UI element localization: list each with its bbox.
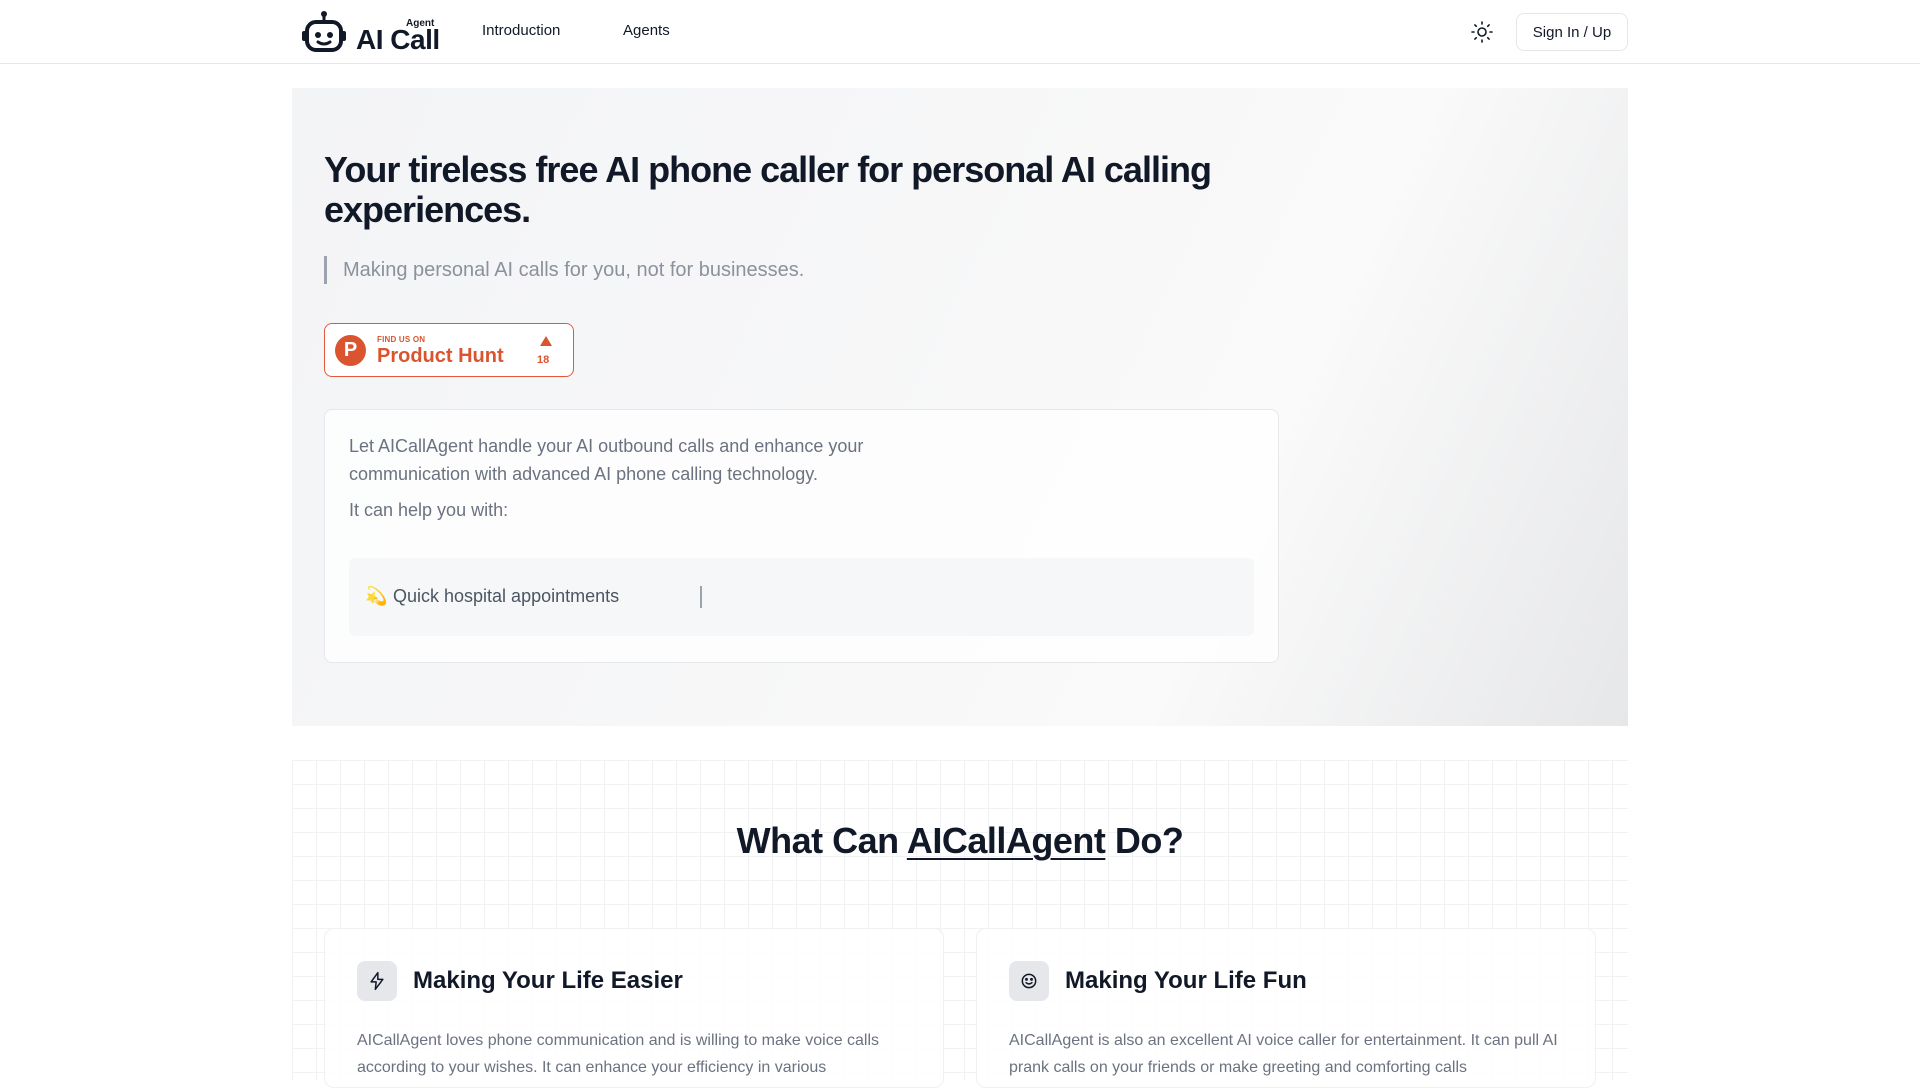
sun-icon[interactable] — [1470, 20, 1494, 44]
feature-card-fun: Making Your Life Fun AICallAgent is also… — [976, 928, 1596, 1088]
logo[interactable]: Agent AI Call — [300, 8, 440, 56]
hero-description: Let AICallAgent handle your AI outbound … — [349, 436, 864, 484]
typing-cursor — [700, 586, 702, 608]
features-title-suffix: Do? — [1105, 820, 1184, 861]
feature-text: AICallAgent loves phone communication an… — [357, 1032, 880, 1076]
feature-title: Making Your Life Easier — [413, 967, 683, 994]
features-section: What Can AICallAgent Do? Making Your Lif… — [292, 760, 1628, 1088]
features-title-prefix: What Can — [736, 820, 907, 861]
feature-card-easier: Making Your Life Easier AICallAgent love… — [324, 928, 944, 1088]
upvote-count: 18 — [537, 354, 550, 366]
typing-box: 💫 Quick hospital appointments — [349, 558, 1254, 636]
logo-text: AI Call — [356, 24, 440, 55]
robot-logo-icon — [302, 11, 346, 52]
hero-title: Your tireless free AI phone caller for p… — [324, 149, 1212, 230]
lightning-icon — [357, 961, 397, 1001]
feature-text: AICallAgent is also an excellent AI voic… — [1009, 1032, 1558, 1076]
hero-description-card: Let AICallAgent handle your AI outbound … — [324, 409, 1279, 663]
product-hunt-find-label: FIND US ON — [377, 335, 426, 344]
sparkle-icon: 💫 — [365, 586, 388, 606]
hero-section: Your tireless free AI phone caller for p… — [292, 88, 1628, 726]
top-header: Agent AI Call Introduction Agents Sign I… — [0, 0, 1920, 64]
feature-title: Making Your Life Fun — [1065, 967, 1307, 994]
upvote-arrow-icon — [540, 336, 552, 346]
help-label: It can help you with: — [349, 500, 509, 520]
features-title-highlight[interactable]: AICallAgent — [907, 820, 1106, 861]
nav-agents[interactable]: Agents — [623, 22, 670, 39]
smile-icon — [1009, 961, 1049, 1001]
product-hunt-badge[interactable]: P FIND US ON Product Hunt 18 — [324, 323, 574, 377]
product-hunt-name: Product Hunt — [377, 345, 504, 367]
nav-introduction[interactable]: Introduction — [482, 22, 560, 39]
sign-in-button[interactable]: Sign In / Up — [1516, 13, 1628, 51]
hero-quote: Making personal AI calls for you, not fo… — [324, 256, 804, 284]
features-title: What Can AICallAgent Do? — [292, 820, 1628, 862]
typing-text: Quick hospital appointments — [393, 586, 620, 606]
product-hunt-logo-icon: P — [335, 335, 366, 366]
